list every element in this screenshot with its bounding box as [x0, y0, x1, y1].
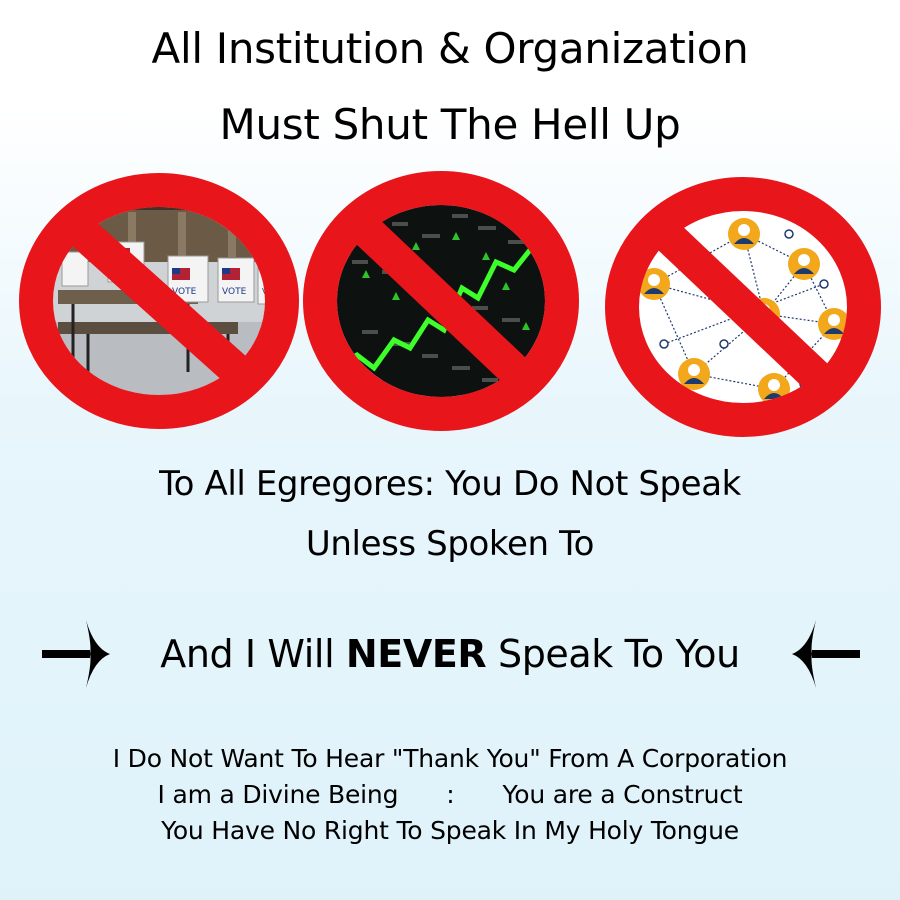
footer-line-1: I Do Not Want To Hear "Thank You" From A…: [112, 744, 788, 773]
message-line-2: Unless Spoken To: [305, 524, 595, 564]
footer-divine-being: I am a Divine Being: [157, 780, 399, 809]
prohibited-stock-market: [303, 171, 579, 431]
title-line-2: Must Shut The Hell Up: [219, 100, 681, 149]
vote-sign-3: VOTE: [222, 287, 247, 297]
prohibited-network: [605, 177, 881, 437]
title-line-1: All Institution & Organization: [151, 24, 749, 73]
message-line-1: To All Egregores: You Do Not Speak: [159, 464, 741, 504]
footer-line-2: I am a Divine Being: You are a Construct: [0, 777, 900, 813]
footer-separator: :: [446, 780, 455, 809]
footer-construct: You are a Construct: [502, 780, 743, 809]
never-line-before: And I Will: [160, 632, 346, 676]
prohibited-voting-booths: VOTE VOTE VOTE VOTE: [19, 173, 299, 429]
never-line-after: Speak To You: [486, 632, 740, 676]
never-line: And I Will NEVER Speak To You: [0, 630, 900, 678]
never-emphasis: NEVER: [345, 632, 487, 676]
left-arrow-icon: [792, 620, 860, 688]
footer-line-3: You Have No Right To Speak In My Holy To…: [161, 816, 739, 845]
